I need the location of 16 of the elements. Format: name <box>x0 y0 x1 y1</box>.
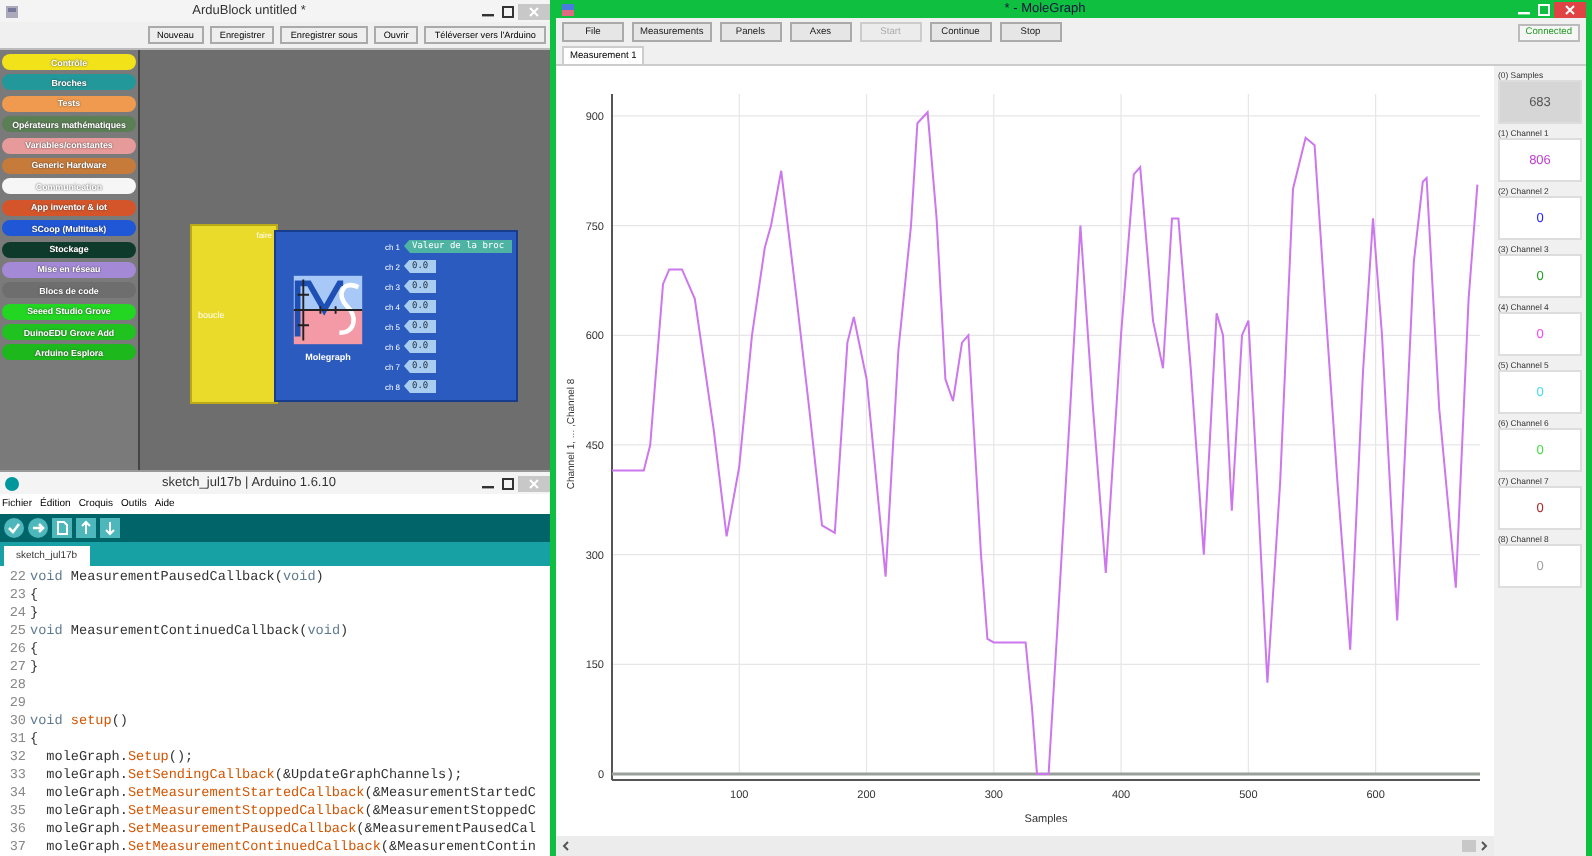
maximize-icon[interactable] <box>498 475 518 491</box>
scroll-left-icon[interactable] <box>560 840 572 852</box>
scrollbar-thumb[interactable] <box>1462 840 1476 852</box>
new-file-icon[interactable] <box>52 518 72 539</box>
app-icon <box>560 1 576 17</box>
horizontal-scrollbar[interactable] <box>556 836 1494 856</box>
logo-drawing <box>290 271 366 347</box>
open-icon[interactable] <box>76 518 96 539</box>
maximize-icon[interactable] <box>498 3 518 19</box>
scroll-right-icon[interactable] <box>1478 840 1490 852</box>
verify-icon[interactable] <box>4 518 24 539</box>
upload-icon[interactable] <box>28 518 48 539</box>
close-icon[interactable] <box>1554 1 1586 17</box>
app-icon <box>4 3 20 19</box>
save-icon[interactable] <box>100 518 120 539</box>
app-icon <box>4 475 20 491</box>
